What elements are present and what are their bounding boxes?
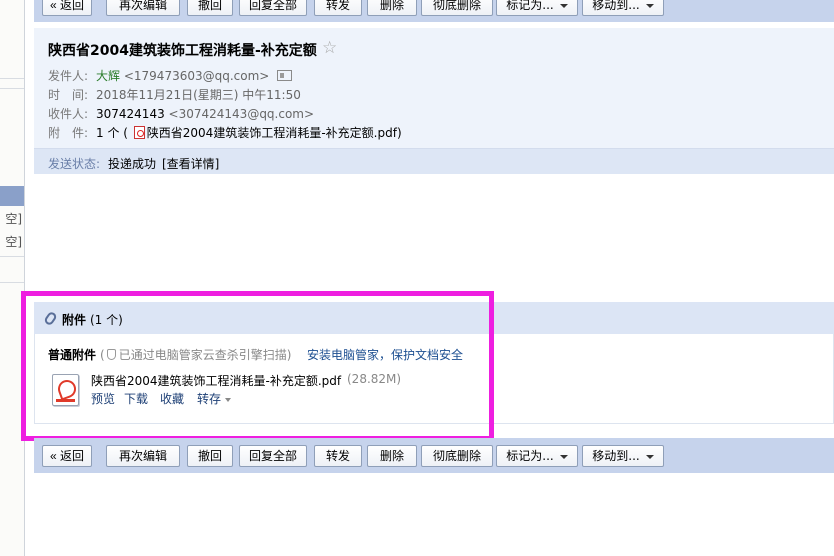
move-to-dropdown[interactable]: 移动到...: [582, 0, 664, 16]
chevron-down-icon: [559, 454, 568, 459]
time-value: 2018年11月21日(星期三) 中午11:50: [96, 88, 301, 102]
attachment-count-suffix: ): [396, 126, 402, 140]
mail-header: 陕西省2004建筑装饰工程消耗量-补充定额 ☆ 发件人: 大辉 <17947360…: [34, 28, 834, 174]
reply-all-button[interactable]: 回复全部: [239, 445, 307, 467]
delete-forever-button[interactable]: 彻底删除: [421, 0, 493, 16]
sidebar-divider: [0, 78, 24, 79]
mark-as-dropdown[interactable]: 标记为...: [496, 445, 578, 467]
pdf-icon: [133, 126, 145, 139]
chevron-down-icon: [559, 3, 568, 8]
move-to-dropdown[interactable]: 移动到...: [582, 445, 664, 467]
sender-row: 发件人: 大辉 <179473603@qq.com>: [48, 67, 293, 84]
chevron-down-icon: [645, 3, 654, 8]
delete-button[interactable]: 删除: [367, 445, 417, 467]
sidebar-item-clear-1[interactable]: 空]: [0, 210, 22, 227]
view-details-link[interactable]: [查看详情]: [162, 155, 219, 172]
forward-button[interactable]: 转发: [314, 0, 362, 16]
top-toolbar: « 返回 再次编辑 撤回 回复全部 转发 删除 彻底删除 标记为... 移动到.…: [34, 0, 834, 22]
mark-as-label: 标记为...: [506, 449, 554, 463]
time-label: 时 间:: [48, 88, 89, 102]
left-sidebar: 空] 空]: [0, 0, 25, 556]
back-button[interactable]: « 返回: [42, 445, 92, 467]
recipient-row: 收件人: 307424143 <307424143@qq.com>: [48, 105, 314, 122]
mark-as-dropdown[interactable]: 标记为...: [496, 0, 578, 16]
recipient-name[interactable]: 307424143: [96, 107, 165, 121]
sender-label: 发件人:: [48, 69, 89, 83]
highlight-annotation-box: [21, 291, 494, 441]
edit-again-button[interactable]: 再次编辑: [106, 445, 180, 467]
recipient-label: 收件人:: [48, 107, 89, 121]
edit-again-button[interactable]: 再次编辑: [106, 0, 180, 16]
sidebar-divider: [0, 282, 24, 283]
attachment-count-prefix: 1 个 (: [96, 126, 128, 140]
sender-name[interactable]: 大辉: [96, 69, 120, 83]
sender-email[interactable]: <179473603@qq.com>: [124, 69, 270, 83]
sidebar-item-clear-2[interactable]: 空]: [0, 233, 22, 250]
sidebar-divider: [0, 88, 24, 89]
back-button[interactable]: « 返回: [42, 0, 92, 16]
send-status-label: 发送状态:: [48, 157, 101, 171]
delete-forever-button[interactable]: 彻底删除: [421, 445, 493, 467]
sidebar-divider: [0, 256, 24, 257]
star-icon[interactable]: ☆: [322, 38, 337, 58]
move-to-label: 移动到...: [592, 449, 640, 463]
move-to-label: 移动到...: [592, 0, 640, 12]
time-row: 时 间: 2018年11月21日(星期三) 中午11:50: [48, 86, 301, 103]
forward-button[interactable]: 转发: [314, 445, 362, 467]
attachment-file-link[interactable]: 陕西省2004建筑装饰工程消耗量-补充定额.pdf: [147, 126, 397, 140]
recall-button[interactable]: 撤回: [187, 0, 233, 16]
delete-button[interactable]: 删除: [367, 0, 417, 16]
recipient-email[interactable]: <307424143@qq.com>: [169, 107, 315, 121]
mark-as-label: 标记为...: [506, 0, 554, 12]
mail-subject: 陕西省2004建筑装饰工程消耗量-补充定额: [48, 43, 317, 59]
attachment-row: 附 件: 1 个 ( 陕西省2004建筑装饰工程消耗量-补充定额.pdf): [48, 124, 402, 141]
sidebar-selected-item[interactable]: [0, 186, 24, 206]
attachment-label: 附 件:: [48, 126, 89, 140]
reply-all-button[interactable]: 回复全部: [239, 0, 307, 16]
send-status-value: 投递成功: [108, 157, 157, 171]
recall-button[interactable]: 撤回: [187, 445, 233, 467]
contact-card-icon[interactable]: [277, 70, 293, 81]
chevron-down-icon: [645, 454, 654, 459]
bottom-toolbar: « 返回 再次编辑 撤回 回复全部 转发 删除 彻底删除 标记为... 移动到.…: [34, 438, 834, 473]
send-status-bar: 发送状态: 投递成功 [查看详情]: [34, 148, 834, 174]
